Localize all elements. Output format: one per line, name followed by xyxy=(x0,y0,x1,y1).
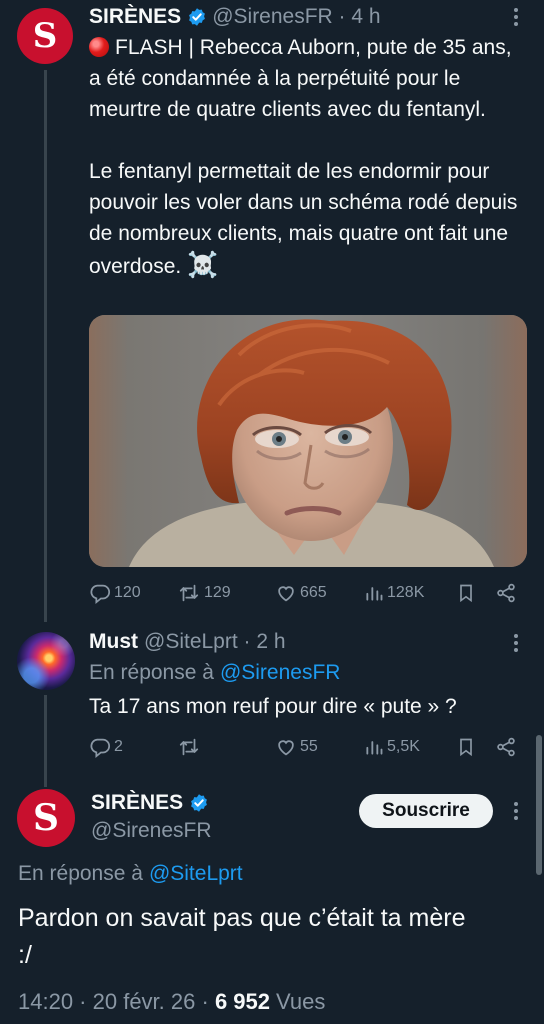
in-reply-label: En réponse à xyxy=(89,661,214,684)
reply-button[interactable]: 120 xyxy=(89,580,141,606)
avatar-letter: S xyxy=(32,16,58,56)
more-icon[interactable] xyxy=(513,634,519,652)
tweet-time[interactable]: 2 h xyxy=(256,629,285,655)
skull-emoji: ☠️ xyxy=(187,250,219,279)
views-button[interactable]: 128K xyxy=(364,580,424,606)
main-tweet-text: Pardon on savait pas que c’était ta mère… xyxy=(18,904,473,969)
separator-dot: · xyxy=(237,630,257,653)
retweet-icon xyxy=(179,738,199,756)
author-handle[interactable]: @SirenesFR xyxy=(212,4,333,30)
views-button[interactable]: 5,5K xyxy=(364,734,420,760)
separator-dot: · xyxy=(332,5,352,28)
tweet-text: FLASH | Rebecca Auborn, pute de 35 ans, … xyxy=(89,32,529,282)
retweet-count: 129 xyxy=(204,584,231,601)
reply-header: Must @SiteLprt · 2 h xyxy=(89,629,286,655)
reply-count: 2 xyxy=(114,738,123,755)
mugshot-photo xyxy=(89,315,527,567)
separator-dot: · xyxy=(195,989,215,1014)
views-count: 6 952 xyxy=(214,989,270,1014)
views-icon xyxy=(366,741,383,755)
main-author-name-row: SIRÈNES xyxy=(91,790,214,816)
verified-badge-icon xyxy=(189,8,206,26)
scrollbar[interactable] xyxy=(536,735,542,875)
tweet-time[interactable]: 4 h xyxy=(351,4,380,30)
avatar[interactable]: S xyxy=(17,8,73,64)
in-reply-handle[interactable]: @SiteLprt xyxy=(149,861,243,887)
views-label: Vues xyxy=(276,989,326,1014)
author-name[interactable]: SIRÈNES xyxy=(91,790,183,816)
author-handle[interactable]: @SirenesFR xyxy=(91,818,212,844)
more-icon[interactable] xyxy=(513,8,519,26)
views-count: 5,5K xyxy=(387,738,420,755)
retweet-button[interactable]: 129 xyxy=(177,580,231,606)
red-circle-emoji xyxy=(89,37,109,57)
reply-icon xyxy=(90,584,111,604)
like-icon xyxy=(278,740,294,756)
tweet-actions: 2 55 5,5K xyxy=(89,734,526,760)
in-reply-label: En réponse à xyxy=(18,862,143,885)
subscribe-button[interactable]: Souscrire xyxy=(359,794,493,828)
author-handle[interactable]: @SiteLprt xyxy=(144,629,238,655)
in-reply-to: En réponse à @SiteLprt xyxy=(18,861,243,887)
separator-dot: · xyxy=(73,989,93,1014)
author-name[interactable]: Must xyxy=(89,629,138,655)
tweet-date[interactable]: 20 févr. 26 xyxy=(93,989,196,1015)
thread-line xyxy=(44,70,47,622)
reply-icon xyxy=(90,738,111,758)
like-icon xyxy=(278,586,294,602)
tweet-header: SIRÈNES @SirenesFR · 4 h xyxy=(89,4,381,30)
like-count: 55 xyxy=(300,738,318,755)
views-icon xyxy=(366,587,383,601)
avatar-letter: S xyxy=(33,797,59,839)
author-name[interactable]: SIRÈNES xyxy=(89,4,181,30)
tweet-time[interactable]: 14:20 xyxy=(18,989,73,1015)
more-icon[interactable] xyxy=(513,802,519,820)
like-count: 665 xyxy=(300,584,327,601)
avatar[interactable] xyxy=(17,632,75,690)
in-reply-handle[interactable]: @SirenesFR xyxy=(220,660,341,686)
tweet-actions: 120 129 665 128K xyxy=(89,580,526,606)
bookmark-icon[interactable] xyxy=(456,582,476,604)
tweet-text: Ta 17 ans mon reuf pour dire « pute » ? xyxy=(89,695,457,718)
bookmark-icon[interactable] xyxy=(456,736,476,758)
verified-badge-icon xyxy=(191,794,208,812)
views-count: 128K xyxy=(387,584,425,601)
reply-button[interactable]: 2 xyxy=(89,734,123,760)
avatar[interactable]: S xyxy=(17,789,75,847)
reply-count: 120 xyxy=(114,584,141,601)
share-icon[interactable] xyxy=(495,582,517,604)
retweet-icon xyxy=(179,584,199,602)
tweet-meta: 14:20 · 20 févr. 26 · 6 952 Vues xyxy=(18,989,325,1015)
in-reply-to: En réponse à @SirenesFR xyxy=(89,660,340,686)
retweet-button[interactable] xyxy=(177,734,204,760)
share-icon[interactable] xyxy=(495,736,517,758)
tweet-image[interactable] xyxy=(89,315,527,567)
thread-line xyxy=(44,695,47,787)
like-button[interactable]: 55 xyxy=(275,734,318,760)
tweet-body: FLASH | Rebecca Auborn, pute de 35 ans, … xyxy=(89,36,518,278)
main-author-handle-row: @SirenesFR xyxy=(91,818,212,844)
like-button[interactable]: 665 xyxy=(275,580,327,606)
